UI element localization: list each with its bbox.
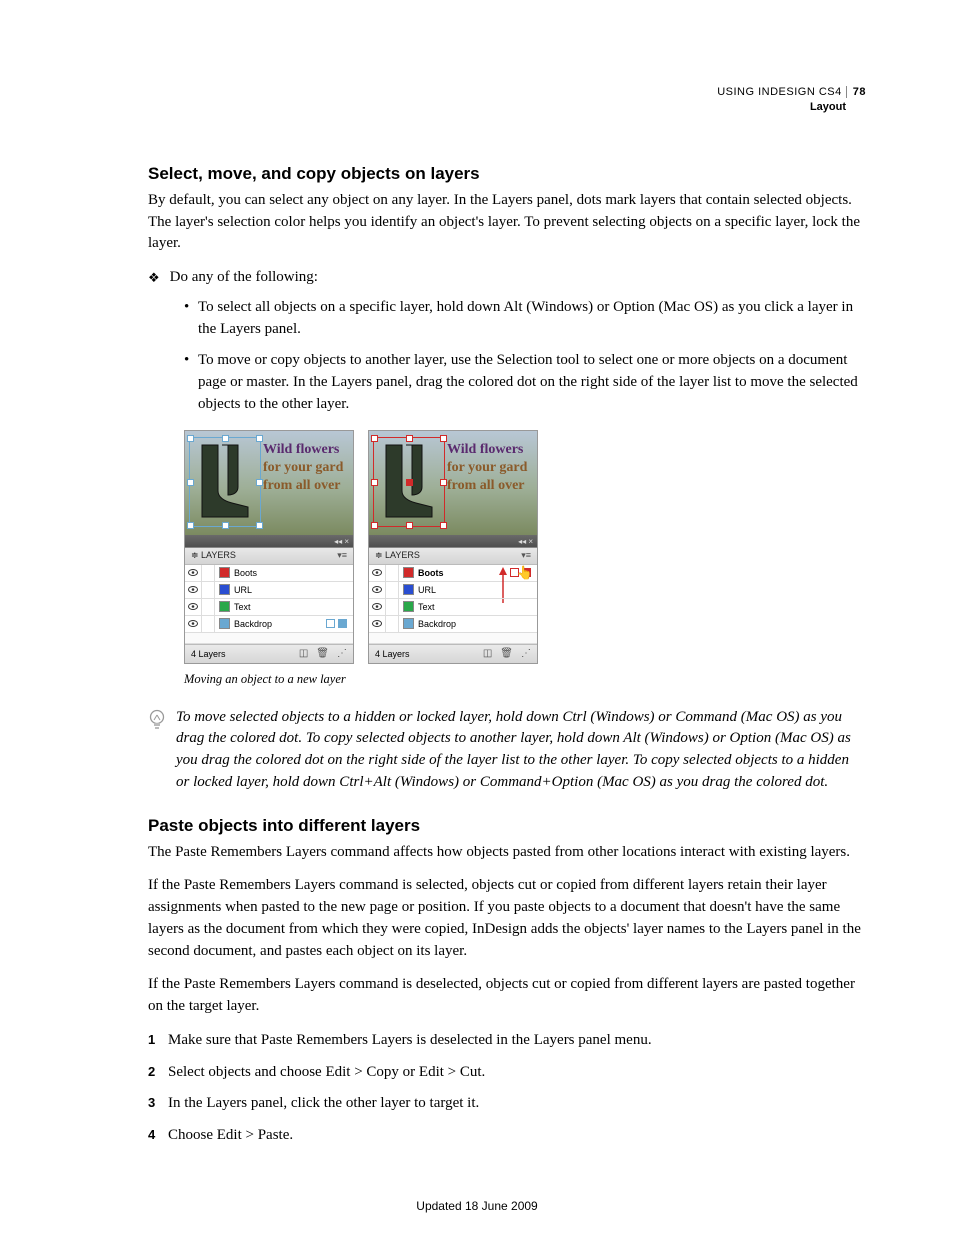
visibility-icon (185, 582, 202, 598)
layer-row: Text (369, 599, 537, 616)
trash-icon: 🗑 (316, 648, 329, 659)
overlay-text: Wild flowers for your gard from all over (447, 441, 533, 496)
visibility-icon (369, 599, 386, 615)
panel-tab-label: LAYERS (201, 550, 236, 560)
panel-footer: 4 Layers ◫ 🗑 ⋰ (185, 644, 353, 663)
new-layer-icon: ◫ (483, 648, 492, 659)
panel-menu-icon: ▾≡ (521, 550, 537, 561)
panel-footer: 4 Layers ◫ 🗑 ⋰ (369, 644, 537, 663)
layer-row: Backdrop (185, 616, 353, 633)
panel-tab-row: ≑ LAYERS ▾≡ (185, 547, 353, 565)
overlay-text: Wild flowers for your gard from all over (263, 441, 349, 496)
layers-list: Boots URL Text Ba (185, 565, 353, 644)
panel-titlebar: ◂◂ × (369, 535, 537, 547)
layer-row: Text (185, 599, 353, 616)
intro-paragraph: By default, you can select any object on… (148, 190, 866, 255)
section-name: Layout (148, 100, 866, 115)
visibility-icon (185, 565, 202, 581)
product-name: USING INDESIGN CS4 (717, 86, 842, 98)
panel-tab-label: LAYERS (385, 550, 420, 560)
layers-list: Boots 👆 URL (369, 565, 537, 644)
resize-grip-icon: ⋰ (337, 648, 347, 659)
bullet-item: To select all objects on a specific laye… (184, 297, 866, 341)
figure-left: Wild flowers for your gard from all over… (184, 430, 354, 664)
visibility-icon (185, 599, 202, 615)
step-item: In the Layers panel, click the other lay… (148, 1093, 866, 1115)
step-item: Choose Edit > Paste. (148, 1125, 866, 1147)
paragraph: If the Paste Remembers Layers command is… (148, 875, 866, 962)
layer-row: Boots (185, 565, 353, 582)
figure-canvas: Wild flowers for your gard from all over (185, 431, 353, 535)
trash-icon: 🗑 (500, 648, 513, 659)
paragraph: If the Paste Remembers Layers command is… (148, 974, 866, 1018)
figure-pair: Wild flowers for your gard from all over… (184, 430, 866, 664)
figure-right: Wild flowers for your gard from all over… (368, 430, 538, 664)
visibility-icon (369, 565, 386, 581)
visibility-icon (369, 616, 386, 632)
tip-text: To move selected objects to a hidden or … (176, 707, 866, 794)
bullet-list: To select all objects on a specific laye… (184, 297, 866, 416)
new-layer-icon: ◫ (299, 648, 308, 659)
tip-block: To move selected objects to a hidden or … (148, 707, 866, 794)
layer-row: URL (185, 582, 353, 599)
step-item: Select objects and choose Edit > Copy or… (148, 1062, 866, 1084)
step-item: Make sure that Paste Remembers Layers is… (148, 1030, 866, 1052)
step-list: Make sure that Paste Remembers Layers is… (148, 1030, 866, 1147)
running-header: USING INDESIGN CS4 78 Layout (148, 85, 866, 116)
visibility-icon (369, 582, 386, 598)
layer-count: 4 Layers (191, 649, 226, 659)
footer-updated: Updated 18 June 2009 (0, 1199, 954, 1213)
instruction-lead: ❖ Do any of the following: (148, 267, 866, 289)
heading-select-move-copy: Select, move, and copy objects on layers (148, 164, 866, 184)
figure-caption: Moving an object to a new layer (184, 672, 866, 687)
panel-menu-icon: ▾≡ (337, 550, 353, 561)
figure-canvas: Wild flowers for your gard from all over (369, 431, 537, 535)
paragraph: The Paste Remembers Layers command affec… (148, 842, 866, 864)
bullet-item: To move or copy objects to another layer… (184, 350, 866, 415)
panel-tab-row: ≑ LAYERS ▾≡ (369, 547, 537, 565)
heading-paste-objects: Paste objects into different layers (148, 816, 866, 836)
visibility-icon (185, 616, 202, 632)
resize-grip-icon: ⋰ (521, 648, 531, 659)
layer-count: 4 Layers (375, 649, 410, 659)
panel-titlebar: ◂◂ × (185, 535, 353, 547)
instruction-lead-text: Do any of the following: (170, 267, 318, 289)
page-number: 78 (846, 86, 866, 98)
layer-row: Boots 👆 (369, 565, 537, 582)
layer-row: URL (369, 582, 537, 599)
lightbulb-icon (148, 709, 166, 794)
layer-row: Backdrop (369, 616, 537, 633)
diamond-icon: ❖ (148, 269, 160, 291)
